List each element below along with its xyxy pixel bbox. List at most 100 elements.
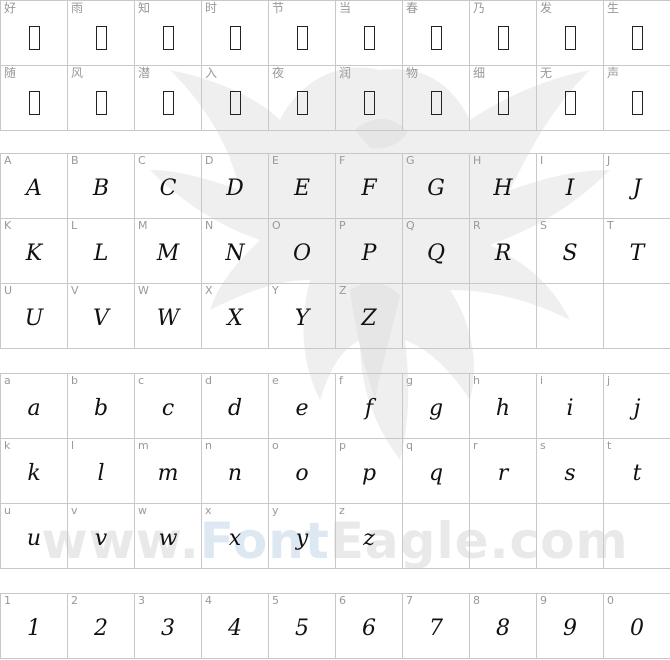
- cell-label: b: [71, 374, 78, 387]
- cell-label: 4: [205, 594, 212, 607]
- glyph-cell: ff: [336, 374, 403, 439]
- glyph-sample: V: [93, 306, 109, 331]
- glyph-cell: NN: [202, 219, 269, 284]
- glyph-sample: q: [428, 461, 444, 486]
- glyph-sample: 5: [295, 616, 309, 641]
- cell-label: A: [4, 154, 12, 167]
- cell-label: K: [4, 219, 12, 232]
- glyph-cell: 55: [269, 594, 336, 659]
- glyph-cell: hh: [470, 374, 537, 439]
- missing-glyph-box-icon: [95, 26, 107, 50]
- glyph-cell: xx: [202, 504, 269, 569]
- cell-label: 春: [406, 1, 419, 15]
- glyph-cell: LL: [68, 219, 135, 284]
- glyph-sample: 1: [27, 616, 41, 641]
- cell-label: 雨: [71, 1, 84, 15]
- glyph-sample: K: [25, 241, 43, 266]
- glyph-cell: nn: [202, 439, 269, 504]
- chinese-grid: 好 雨 知 时 节 当 春 乃 发 生随 风 潜 入 夜 润 物 细 无 声: [0, 0, 670, 131]
- cell-label: H: [473, 154, 482, 167]
- glyph-cell: bb: [68, 374, 135, 439]
- glyph-sample: k: [27, 461, 41, 486]
- cell-label: 好: [4, 1, 17, 15]
- glyph-cell: 春: [403, 1, 470, 66]
- glyph-sample: Z: [361, 306, 377, 331]
- cell-label: d: [205, 374, 212, 387]
- glyph-sample: J: [632, 176, 642, 201]
- cell-label: P: [339, 219, 346, 232]
- cell-label: 7: [406, 594, 413, 607]
- cell-label: w: [138, 504, 147, 517]
- glyph-sample: M: [156, 241, 180, 266]
- glyph-sample: G: [427, 176, 445, 201]
- glyph-cell: UU: [1, 284, 68, 349]
- missing-glyph-box-icon: [430, 91, 442, 115]
- glyph-sample: b: [93, 396, 109, 421]
- glyph-cell: SS: [537, 219, 604, 284]
- glyph-cell: 00: [604, 594, 670, 659]
- cell-label: k: [4, 439, 11, 452]
- glyph-cell: GG: [403, 154, 470, 219]
- glyph-cell: 乃: [470, 1, 537, 66]
- cell-label: S: [540, 219, 547, 232]
- glyph-cell: 无: [537, 66, 604, 131]
- cell-label: X: [205, 284, 213, 297]
- glyph-sample: A: [26, 176, 42, 201]
- glyph-sample: B: [92, 176, 110, 201]
- missing-glyph-box-icon: [95, 91, 107, 115]
- glyph-cell: 时: [202, 1, 269, 66]
- glyph-sample: r: [497, 461, 509, 486]
- cell-label: u: [4, 504, 11, 517]
- glyph-cell: VV: [68, 284, 135, 349]
- cell-label: q: [406, 439, 413, 452]
- glyph-sample: Q: [426, 241, 446, 266]
- missing-glyph-box: [403, 19, 469, 53]
- missing-glyph-box-icon: [631, 91, 643, 115]
- glyph-sample: P: [361, 241, 377, 266]
- cell-label: 当: [339, 1, 352, 15]
- cell-label: 随: [4, 66, 17, 80]
- glyph-cell: oo: [269, 439, 336, 504]
- glyph-sample: d: [227, 396, 243, 421]
- glyph-sample: g: [428, 396, 444, 421]
- cell-label: W: [138, 284, 149, 297]
- glyph-cell: vv: [68, 504, 135, 569]
- glyph-sample: U: [24, 306, 44, 331]
- glyph-cell: 77: [403, 594, 470, 659]
- cell-label: N: [205, 219, 214, 232]
- missing-glyph-box-icon: [497, 91, 509, 115]
- glyph-cell: [604, 284, 670, 349]
- cell-label: 时: [205, 1, 218, 15]
- glyph-sample: h: [495, 396, 511, 421]
- missing-glyph-box: [537, 19, 603, 53]
- missing-glyph-box-icon: [497, 26, 509, 50]
- glyph-cell: 44: [202, 594, 269, 659]
- cell-label: a: [4, 374, 11, 387]
- glyph-cell: cc: [135, 374, 202, 439]
- cell-label: G: [406, 154, 415, 167]
- cell-label: f: [339, 374, 343, 387]
- missing-glyph-box-icon: [363, 26, 375, 50]
- missing-glyph-box-icon: [430, 26, 442, 50]
- cell-label: M: [138, 219, 148, 232]
- glyph-cell: 入: [202, 66, 269, 131]
- digits-grid: 11223344556677889900: [0, 593, 670, 659]
- cell-label: 1: [4, 594, 11, 607]
- glyph-sample: 2: [94, 616, 108, 641]
- missing-glyph-box: [403, 84, 469, 118]
- missing-glyph-box: [135, 19, 201, 53]
- glyph-cell: KK: [1, 219, 68, 284]
- missing-glyph-box: [336, 19, 402, 53]
- missing-glyph-box-icon: [229, 91, 241, 115]
- cell-label: t: [607, 439, 612, 452]
- glyph-cell: 99: [537, 594, 604, 659]
- missing-glyph-box-icon: [28, 26, 40, 50]
- missing-glyph-box: [537, 84, 603, 118]
- cell-label: 发: [540, 1, 553, 15]
- glyph-sample: W: [156, 306, 180, 331]
- cell-label: s: [540, 439, 546, 452]
- glyph-cell: 生: [604, 1, 670, 66]
- glyph-sample: l: [97, 461, 105, 486]
- glyph-sample: N: [225, 241, 245, 266]
- cell-label: i: [540, 374, 544, 387]
